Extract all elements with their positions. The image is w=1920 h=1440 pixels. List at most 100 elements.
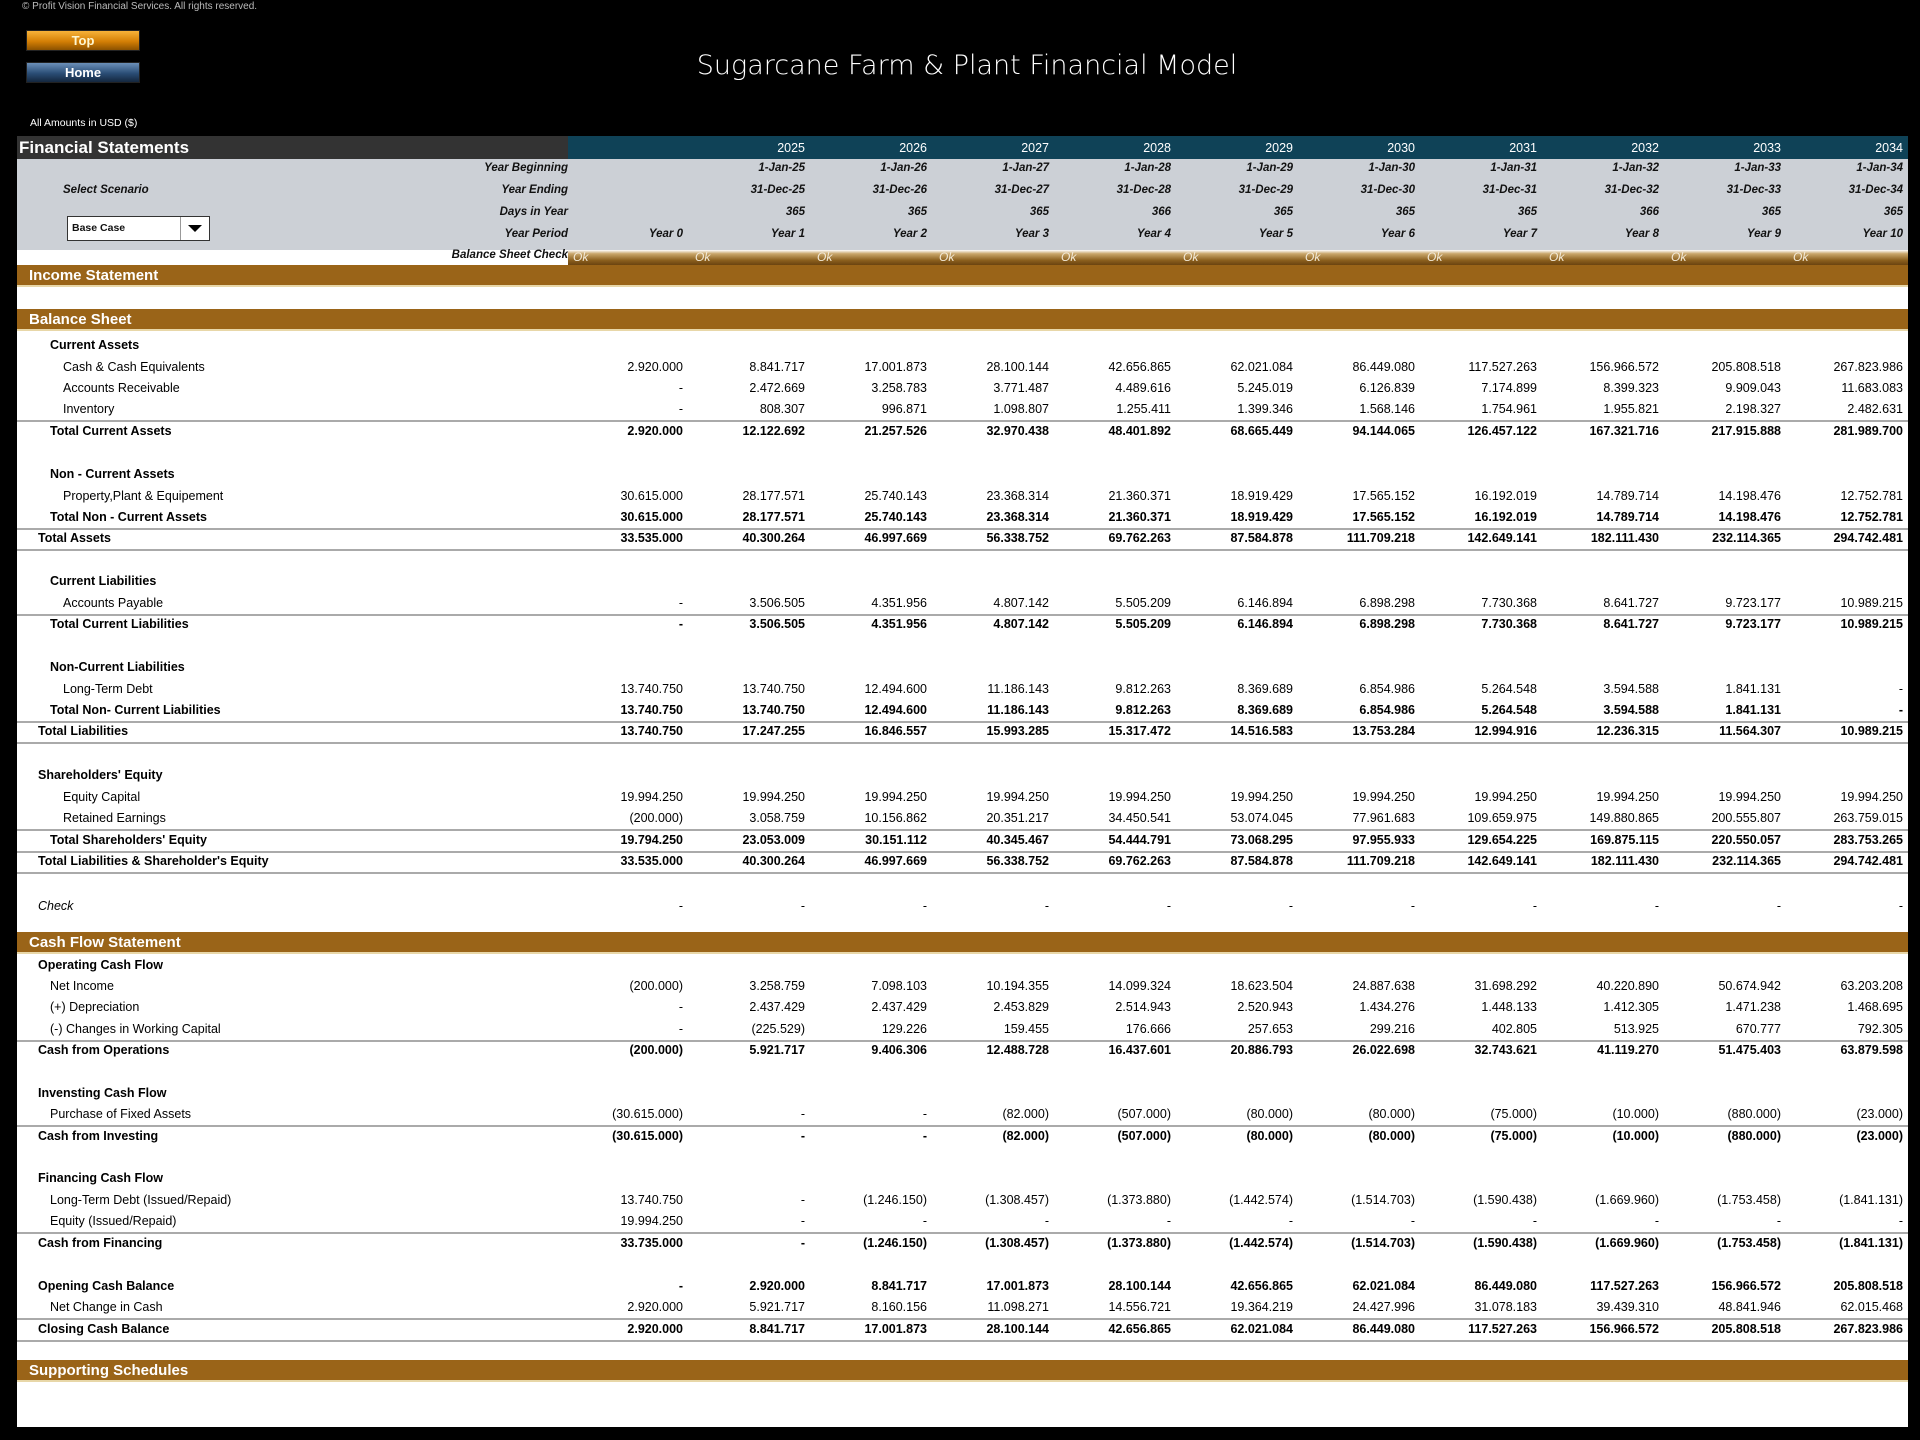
row-value: 14.516.583: [1230, 724, 1293, 738]
row-value: 13.753.284: [1352, 724, 1415, 738]
balance-check-status: Ok: [1305, 250, 1321, 264]
table-row: Cash from Investing (30.615.000) - - (82.000…: [17, 1126, 1908, 1147]
row-value: 33.535.000: [620, 854, 683, 868]
row-value: -: [1166, 1214, 1171, 1228]
balance-check-status: Ok: [573, 250, 589, 264]
row-value: 19.994.250: [620, 790, 683, 804]
balance-check-status: Ok: [1549, 250, 1565, 264]
row-value: (1.514.703): [1351, 1236, 1415, 1250]
row-value: -: [678, 381, 683, 395]
row-value: 21.257.526: [864, 424, 927, 438]
row-value: -: [1898, 1214, 1903, 1228]
row-value: 294.742.481: [1833, 854, 1903, 868]
row-value: (23.000): [1856, 1129, 1903, 1143]
days-in-year-value: 365: [1883, 206, 1903, 218]
row-value: 13.740.750: [620, 1193, 683, 1207]
table-row: Check - - - - - - - - - - -: [17, 896, 1908, 917]
table-row: Net Income (200.000) 3.258.759 7.098.103 10.…: [17, 976, 1908, 997]
supporting-schedules-header: Supporting Schedules: [17, 1360, 1908, 1382]
year-period-label: Year Period: [504, 228, 569, 240]
row-value: 299.216: [1369, 1022, 1415, 1036]
row-value: 6.146.894: [1237, 617, 1293, 631]
year-beginning-value: 1-Jan-31: [1490, 162, 1537, 174]
row-value: 31.698.292: [1474, 979, 1537, 993]
row-value: 16.192.019: [1474, 489, 1537, 503]
year-header: 2033: [1753, 141, 1781, 155]
row-value: 40.300.264: [742, 531, 805, 545]
row-value: 33.535.000: [620, 531, 683, 545]
scenario-dropdown[interactable]: Base Case: [67, 216, 210, 241]
row-value: 283.753.265: [1833, 833, 1903, 847]
row-value: 11.098.271: [987, 1300, 1049, 1314]
chevron-down-icon[interactable]: [180, 217, 209, 240]
table-row: Total Non- Current Liabilities 13.740.750…: [17, 700, 1908, 723]
row-value: 996.871: [881, 402, 927, 416]
row-value: 13.740.750: [620, 724, 683, 738]
row-value: 2.920.000: [627, 1322, 683, 1336]
table-row: Cash & Cash Equivalents 2.920.000 8.841.71…: [17, 357, 1908, 378]
row-value: 8.369.689: [1237, 703, 1293, 717]
row-value: 12.752.781: [1840, 510, 1903, 524]
year-ending-label: Year Ending: [501, 184, 568, 196]
row-label: Long-Term Debt: [63, 682, 153, 696]
row-value: 42.656.865: [1230, 1279, 1293, 1293]
row-value: (80.000): [1368, 1129, 1415, 1143]
row-value: 3.506.505: [749, 596, 805, 610]
row-label: Inventory: [63, 402, 115, 416]
row-value: 126.457.122: [1467, 424, 1537, 438]
row-value: -: [1044, 1214, 1049, 1228]
row-value: (1.246.150): [863, 1236, 927, 1250]
table-row: (+) Depreciation - 2.437.429 2.437.429 2.453…: [17, 997, 1908, 1018]
row-value: 40.300.264: [742, 854, 805, 868]
row-value: 205.808.518: [1833, 1279, 1903, 1293]
row-value: 182.111.430: [1590, 531, 1659, 545]
row-value: 2.198.327: [1725, 402, 1781, 416]
row-value: 17.001.873: [864, 360, 927, 374]
row-value: 19.994.250: [986, 790, 1049, 804]
row-value: 156.966.572: [1589, 360, 1659, 374]
income-statement-header: Income Statement: [17, 265, 1908, 287]
year-period-value: Year 6: [1380, 228, 1415, 240]
row-value: 10.989.215: [1840, 724, 1903, 738]
days-in-year-label: Days in Year: [499, 206, 568, 218]
row-value: (80.000): [1368, 1107, 1415, 1121]
row-value: 46.997.669: [864, 531, 927, 545]
row-value: (82.000): [1002, 1107, 1049, 1121]
year-ending-value: 31-Dec-31: [1482, 184, 1537, 196]
row-value: 15.993.285: [986, 724, 1049, 738]
table-row: Total Liabilities & Shareholder's Equity…: [17, 851, 1908, 874]
row-value: 670.777: [1735, 1022, 1781, 1036]
row-value: 19.994.250: [1230, 790, 1293, 804]
row-value: 28.100.144: [1108, 1279, 1171, 1293]
row-value: 6.854.986: [1359, 682, 1415, 696]
row-value: 14.789.714: [1596, 489, 1659, 503]
row-value: 5.264.548: [1481, 703, 1537, 717]
year-period-value: Year 8: [1624, 228, 1659, 240]
year-period-value: Year 9: [1746, 228, 1781, 240]
subsection-heading: Invensting Cash Flow: [17, 1083, 1908, 1104]
year-period-value: Year 2: [892, 228, 927, 240]
row-value: 19.364.219: [1230, 1300, 1293, 1314]
row-value: 1.255.411: [1116, 402, 1171, 416]
row-value: (1.841.131): [1839, 1193, 1903, 1207]
row-value: (30.615.000): [612, 1129, 683, 1143]
row-value: 17.247.255: [742, 724, 805, 738]
days-in-year-value: 365: [1029, 206, 1049, 218]
row-value: 12.994.916: [1474, 724, 1537, 738]
row-value: 1.098.807: [993, 402, 1049, 416]
row-value: 68.665.449: [1230, 424, 1293, 438]
row-value: 7.730.368: [1481, 617, 1537, 631]
table-row: Net Change in Cash 2.920.000 5.921.717 8.16…: [17, 1297, 1908, 1320]
row-value: 9.812.263: [1115, 703, 1171, 717]
currency-note: All Amounts in USD ($): [30, 117, 138, 129]
row-value: 14.556.721: [1108, 1300, 1171, 1314]
table-row: Accounts Payable - 3.506.505 4.351.956 4.807…: [17, 593, 1908, 616]
row-value: 5.505.209: [1115, 617, 1171, 631]
year-beginning-value: 1-Jan-28: [1124, 162, 1171, 174]
top-button[interactable]: Top: [26, 30, 140, 51]
row-value: (225.529): [751, 1022, 805, 1036]
days-in-year-value: 365: [1517, 206, 1537, 218]
year-header: 2026: [899, 141, 927, 155]
copyright-notice: © Profit Vision Financial Services. All …: [22, 1, 258, 12]
row-value: 142.649.141: [1467, 854, 1537, 868]
